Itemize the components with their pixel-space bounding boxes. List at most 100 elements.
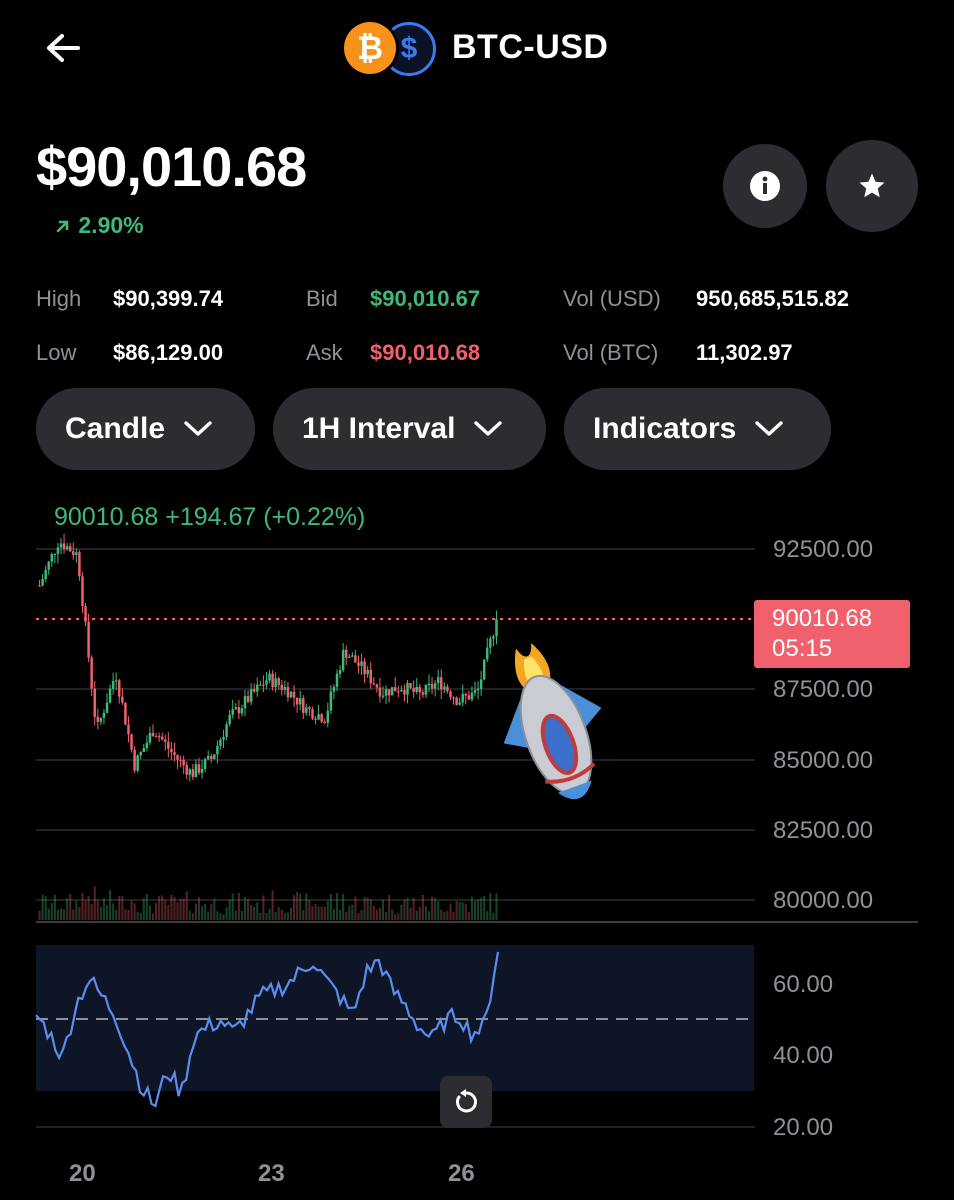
volume-bar — [142, 898, 145, 920]
candle — [482, 659, 486, 680]
candle — [179, 759, 182, 761]
volume-bar — [311, 906, 314, 920]
price-tick: 92500.00 — [773, 536, 873, 563]
candle — [286, 686, 290, 698]
volume-bar — [329, 894, 332, 920]
volume-bar — [222, 914, 225, 920]
candle — [139, 751, 142, 756]
candle — [246, 696, 250, 702]
volume-bar — [121, 895, 124, 920]
candle — [105, 702, 109, 713]
volume-bar — [323, 906, 326, 920]
candle — [415, 686, 418, 693]
candle — [378, 687, 382, 697]
volume-bar — [412, 897, 415, 920]
price-tick: 82500.00 — [773, 817, 873, 844]
volume-bar — [228, 899, 231, 920]
vol-usd-label: Vol (USD) — [563, 286, 661, 311]
volume-bar — [53, 894, 56, 920]
volume-bar — [388, 895, 391, 920]
candle — [93, 688, 96, 717]
indicators-dropdown[interactable]: Indicators — [564, 388, 831, 470]
chevron-down-icon — [755, 421, 784, 436]
vol-btc-value: 11,302.97 — [696, 340, 793, 365]
favorite-button[interactable] — [826, 140, 918, 232]
info-button[interactable] — [723, 144, 807, 228]
volume-bar — [473, 900, 477, 920]
volume-bar — [406, 897, 409, 920]
back-button[interactable] — [38, 26, 88, 70]
volume-bar — [274, 912, 277, 920]
candle — [326, 710, 330, 723]
candle — [87, 621, 90, 658]
candle — [176, 755, 179, 760]
candle — [111, 681, 115, 689]
candle — [302, 698, 305, 713]
candle — [418, 686, 422, 693]
candle — [344, 649, 348, 658]
ohlc-readout: 90010.68 +194.67 (+0.22%) — [54, 503, 366, 531]
candle — [78, 552, 81, 577]
volume-bar — [495, 893, 498, 920]
volume-bar — [44, 896, 47, 920]
candle — [252, 689, 256, 692]
candle — [114, 680, 118, 682]
volume-bar — [66, 898, 69, 920]
candle — [75, 552, 78, 556]
volume-bar — [351, 904, 354, 920]
volume-bar — [409, 907, 412, 920]
candle — [194, 764, 198, 778]
volume-bar — [458, 902, 461, 920]
candle — [440, 677, 443, 690]
price-chart[interactable]: 92500.00 87500.00 85000.00 82500.00 8000… — [0, 495, 954, 1160]
price-tick: 80000.00 — [773, 887, 873, 914]
volume-bar — [191, 913, 194, 920]
candle — [62, 543, 66, 550]
volume-bar — [207, 911, 210, 920]
volume-bar — [464, 903, 467, 920]
bitcoin-coin-icon: ₿ — [344, 22, 396, 74]
candle — [455, 697, 458, 705]
volume-bar — [204, 903, 207, 920]
reset-icon — [456, 1089, 477, 1113]
candle — [363, 661, 366, 675]
candle — [314, 718, 317, 720]
chevron-down-icon — [184, 421, 212, 436]
candle — [443, 686, 446, 690]
interval-dropdown[interactable]: 1H Interval — [273, 388, 546, 470]
candle-countdown: 05:15 — [772, 635, 833, 662]
volume-bar — [124, 909, 127, 920]
volume-bar — [360, 909, 363, 920]
volume-bar — [283, 913, 286, 920]
volume-bar — [38, 910, 41, 920]
candle — [185, 765, 188, 775]
volume-bar — [237, 892, 240, 920]
volume-bar — [434, 897, 437, 920]
chart-type-dropdown[interactable]: Candle — [36, 388, 255, 470]
chevron-down-icon — [474, 421, 503, 436]
volume-bar — [188, 910, 191, 920]
volume-bar — [179, 898, 182, 920]
candle — [335, 673, 339, 687]
volume-bar — [170, 894, 173, 920]
candle — [271, 673, 274, 688]
candle — [173, 752, 176, 756]
volume-bar — [256, 902, 259, 920]
price-tick: 85000.00 — [773, 747, 873, 774]
volume-bar — [164, 900, 167, 920]
candle — [292, 691, 296, 698]
candle — [427, 683, 431, 686]
candle — [403, 690, 406, 695]
volume-bar — [424, 906, 427, 920]
candle — [164, 739, 167, 742]
candle — [283, 686, 287, 690]
volume-bar — [247, 898, 250, 920]
price-tick: 87500.00 — [773, 676, 873, 703]
volume-bar — [151, 913, 155, 920]
reset-chart-button[interactable] — [440, 1076, 492, 1128]
high-value: $90,399.74 — [113, 286, 224, 311]
arrow-up-right-icon — [56, 220, 69, 233]
volume-bar — [219, 913, 222, 920]
candle — [96, 716, 100, 722]
volume-bar — [50, 903, 53, 920]
